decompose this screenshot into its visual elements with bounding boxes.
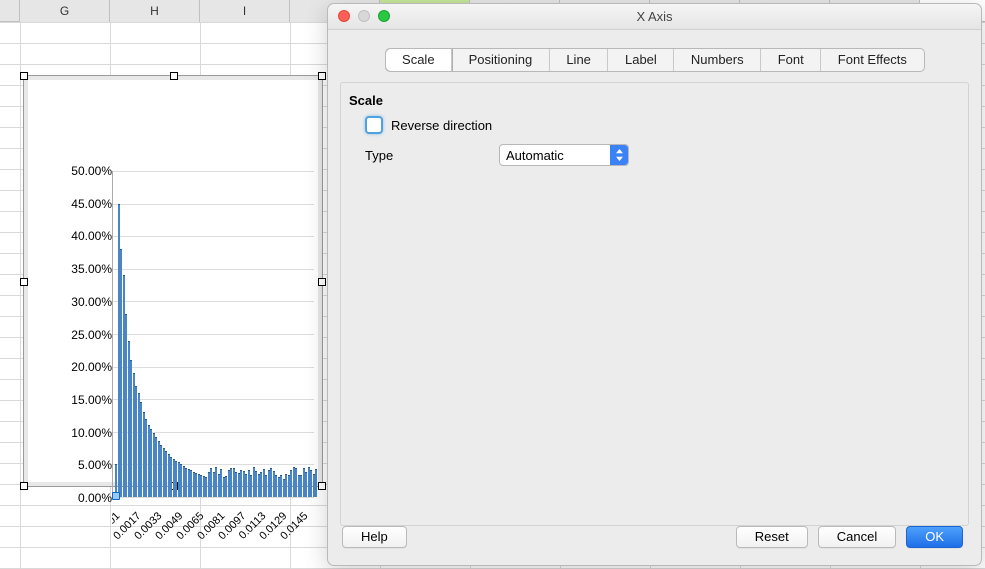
reset-button[interactable]: Reset — [736, 526, 808, 548]
chart-y-axis: 0.00%5.00%10.00%15.00%20.00%25.00%30.00%… — [57, 171, 112, 498]
tab-font[interactable]: Font — [761, 49, 821, 71]
minimize-icon — [358, 10, 370, 22]
column-header-h[interactable]: H — [110, 0, 200, 22]
y-tick-label: 35.00% — [57, 262, 112, 276]
tab-positioning[interactable]: Positioning — [452, 49, 550, 71]
tab-line[interactable]: Line — [550, 49, 609, 71]
dialog-tabstrip: ScalePositioningLineLabelNumbersFontFont… — [385, 48, 925, 72]
scale-panel: Scale Reverse direction Type Automatic — [340, 82, 969, 526]
y-tick-label: 40.00% — [57, 229, 112, 243]
ok-button[interactable]: OK — [906, 526, 963, 548]
dialog-button-row: Help Reset Cancel OK — [328, 523, 981, 551]
dialog-title: X Axis — [636, 9, 672, 24]
y-tick-label: 50.00% — [57, 164, 112, 178]
dialog-titlebar[interactable]: X Axis — [328, 4, 981, 30]
y-tick-label: 5.00% — [57, 458, 112, 472]
zoom-icon[interactable] — [378, 10, 390, 22]
x-axis-dialog: X Axis ScalePositioningLineLabelNumbersF… — [327, 3, 982, 566]
reverse-direction-label: Reverse direction — [391, 118, 492, 133]
tab-font-effects[interactable]: Font Effects — [821, 49, 923, 71]
tab-numbers[interactable]: Numbers — [674, 49, 761, 71]
chart-axis-anchor — [112, 492, 120, 500]
y-tick-label: 45.00% — [57, 197, 112, 211]
y-tick-label: 15.00% — [57, 393, 112, 407]
column-header-i[interactable]: I — [200, 0, 290, 22]
type-select-value: Automatic — [506, 148, 564, 163]
y-tick-label: 0.00% — [57, 491, 112, 505]
y-tick-label: 25.00% — [57, 328, 112, 342]
column-header-g[interactable]: G — [20, 0, 110, 22]
dropdown-arrow-icon — [610, 145, 628, 165]
section-heading-scale: Scale — [349, 93, 958, 108]
tab-scale[interactable]: Scale — [386, 49, 453, 71]
close-icon[interactable] — [338, 10, 350, 22]
type-label: Type — [349, 148, 499, 163]
y-tick-label: 20.00% — [57, 360, 112, 374]
type-select[interactable]: Automatic — [499, 144, 629, 166]
tab-label[interactable]: Label — [608, 49, 674, 71]
help-button[interactable]: Help — [342, 526, 407, 548]
embedded-chart[interactable]: 0.00%5.00%10.00%15.00%20.00%25.00%30.00%… — [23, 75, 323, 487]
chart-x-axis: 0.00010.00170.00330.00490.00650.00810.00… — [112, 502, 314, 562]
window-controls — [338, 10, 390, 22]
chart-plot-area — [112, 171, 314, 498]
cancel-button[interactable]: Cancel — [818, 526, 896, 548]
y-tick-label: 30.00% — [57, 295, 112, 309]
reverse-direction-checkbox[interactable] — [365, 116, 383, 134]
y-tick-label: 10.00% — [57, 426, 112, 440]
